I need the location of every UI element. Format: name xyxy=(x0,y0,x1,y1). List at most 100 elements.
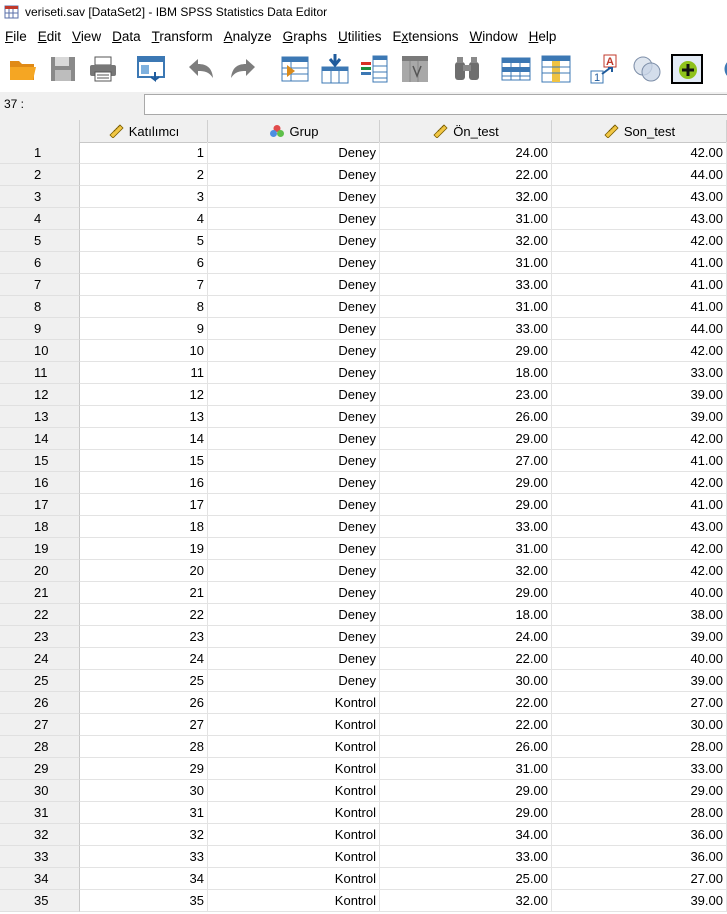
data-cell[interactable]: 29.00 xyxy=(380,428,552,450)
data-cell[interactable]: 42.00 xyxy=(552,230,727,252)
data-cell[interactable]: 41.00 xyxy=(552,274,727,296)
row-number[interactable]: 9 xyxy=(0,318,80,340)
row-number[interactable]: 35 xyxy=(0,890,80,912)
data-cell[interactable]: 40.00 xyxy=(552,582,727,604)
data-cell[interactable]: 5 xyxy=(80,230,208,252)
data-cell[interactable]: Deney xyxy=(208,582,380,604)
variables-icon[interactable] xyxy=(358,52,392,86)
data-cell[interactable]: 21 xyxy=(80,582,208,604)
data-cell[interactable]: 1 xyxy=(80,142,208,164)
data-cell[interactable]: 31 xyxy=(80,802,208,824)
row-number[interactable]: 19 xyxy=(0,538,80,560)
data-cell[interactable]: 34.00 xyxy=(380,824,552,846)
data-cell[interactable]: 41.00 xyxy=(552,494,727,516)
data-cell[interactable]: 4 xyxy=(80,208,208,230)
data-cell[interactable]: 29.00 xyxy=(380,472,552,494)
data-cell[interactable]: Deney xyxy=(208,604,380,626)
data-cell[interactable]: 26.00 xyxy=(380,736,552,758)
data-cell[interactable]: 26 xyxy=(80,692,208,714)
data-cell[interactable]: Kontrol xyxy=(208,780,380,802)
menu-view[interactable]: View xyxy=(72,29,101,44)
data-cell[interactable]: 25.00 xyxy=(380,868,552,890)
column-header-son-test[interactable]: Son_test xyxy=(552,120,727,142)
data-cell[interactable]: 16 xyxy=(80,472,208,494)
goto-case-icon[interactable] xyxy=(278,52,312,86)
select-cases-icon[interactable] xyxy=(670,52,704,86)
row-number[interactable]: 15 xyxy=(0,450,80,472)
data-cell[interactable]: Deney xyxy=(208,208,380,230)
data-cell[interactable]: 25 xyxy=(80,670,208,692)
data-cell[interactable]: 27.00 xyxy=(552,692,727,714)
data-cell[interactable]: 12 xyxy=(80,384,208,406)
row-number[interactable]: 18 xyxy=(0,516,80,538)
data-cell[interactable]: 31.00 xyxy=(380,296,552,318)
row-number[interactable]: 20 xyxy=(0,560,80,582)
data-cell[interactable]: 2 xyxy=(80,164,208,186)
data-cell[interactable]: Deney xyxy=(208,318,380,340)
row-number[interactable]: 14 xyxy=(0,428,80,450)
row-number[interactable]: 32 xyxy=(0,824,80,846)
recall-dialog-icon[interactable] xyxy=(134,52,168,86)
use-sets-icon[interactable] xyxy=(630,52,664,86)
data-cell[interactable]: 33 xyxy=(80,846,208,868)
data-cell[interactable]: 44.00 xyxy=(552,318,727,340)
row-number[interactable]: 1 xyxy=(0,142,80,164)
data-cell[interactable]: 32.00 xyxy=(380,560,552,582)
data-cell[interactable]: Deney xyxy=(208,164,380,186)
data-cell[interactable]: 9 xyxy=(80,318,208,340)
column-header-katilimci[interactable]: Katılımcı xyxy=(80,120,208,142)
data-cell[interactable]: 31.00 xyxy=(380,208,552,230)
data-cell[interactable]: 28.00 xyxy=(552,802,727,824)
data-cell[interactable]: 36.00 xyxy=(552,824,727,846)
data-cell[interactable]: 24 xyxy=(80,648,208,670)
data-cell[interactable]: 30.00 xyxy=(552,714,727,736)
data-cell[interactable]: 33.00 xyxy=(380,516,552,538)
data-cell[interactable]: 33.00 xyxy=(380,846,552,868)
row-number[interactable]: 22 xyxy=(0,604,80,626)
data-cell[interactable]: 42.00 xyxy=(552,142,727,164)
data-cell[interactable]: 20 xyxy=(80,560,208,582)
data-cell[interactable]: 38.00 xyxy=(552,604,727,626)
menu-transform[interactable]: Transform xyxy=(152,29,213,44)
data-cell[interactable]: Kontrol xyxy=(208,758,380,780)
data-cell[interactable]: 22.00 xyxy=(380,164,552,186)
data-cell[interactable]: 22.00 xyxy=(380,648,552,670)
data-cell[interactable]: Deney xyxy=(208,142,380,164)
data-cell[interactable]: 22.00 xyxy=(380,692,552,714)
menu-window[interactable]: Window xyxy=(470,29,518,44)
open-folder-icon[interactable] xyxy=(6,52,40,86)
data-cell[interactable]: Deney xyxy=(208,516,380,538)
data-cell[interactable]: 27.00 xyxy=(380,450,552,472)
data-cell[interactable]: 39.00 xyxy=(552,670,727,692)
data-cell[interactable]: 33.00 xyxy=(380,318,552,340)
data-cell[interactable]: 41.00 xyxy=(552,296,727,318)
data-cell[interactable]: Deney xyxy=(208,340,380,362)
row-number[interactable]: 5 xyxy=(0,230,80,252)
print-icon[interactable] xyxy=(86,52,120,86)
data-cell[interactable]: Deney xyxy=(208,648,380,670)
data-cell[interactable]: Kontrol xyxy=(208,890,380,912)
data-cell[interactable]: 43.00 xyxy=(552,208,727,230)
row-number[interactable]: 8 xyxy=(0,296,80,318)
row-number[interactable]: 33 xyxy=(0,846,80,868)
menu-help[interactable]: Help xyxy=(529,29,557,44)
menu-extensions[interactable]: Extensions xyxy=(392,29,458,44)
data-cell[interactable]: 42.00 xyxy=(552,538,727,560)
data-cell[interactable]: 43.00 xyxy=(552,186,727,208)
data-cell[interactable]: 43.00 xyxy=(552,516,727,538)
data-cell[interactable]: 14 xyxy=(80,428,208,450)
data-cell[interactable]: 29.00 xyxy=(380,582,552,604)
corner-cell[interactable] xyxy=(0,120,80,142)
data-cell[interactable]: 13 xyxy=(80,406,208,428)
data-cell[interactable]: 15 xyxy=(80,450,208,472)
row-number[interactable]: 29 xyxy=(0,758,80,780)
row-number[interactable]: 30 xyxy=(0,780,80,802)
row-number[interactable]: 13 xyxy=(0,406,80,428)
data-cell[interactable]: 29.00 xyxy=(552,780,727,802)
data-cell[interactable]: 39.00 xyxy=(552,626,727,648)
data-cell[interactable]: 42.00 xyxy=(552,472,727,494)
row-number[interactable]: 16 xyxy=(0,472,80,494)
row-number[interactable]: 3 xyxy=(0,186,80,208)
data-cell[interactable]: Deney xyxy=(208,626,380,648)
data-cell[interactable]: 26.00 xyxy=(380,406,552,428)
